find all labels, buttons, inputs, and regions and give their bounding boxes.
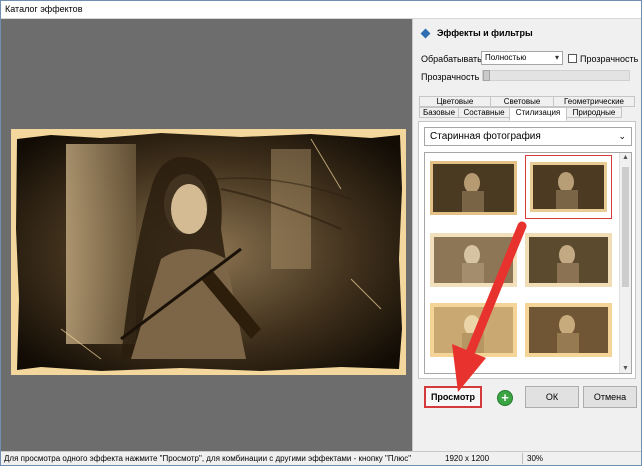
effect-thumbnail[interactable] [525,233,612,287]
effect-select-value: Старинная фотография [430,131,541,142]
effect-thumbnail[interactable] [430,303,517,357]
plus-circle-icon[interactable]: + [497,390,513,406]
tab-natural[interactable]: Природные [566,107,622,118]
effects-panel: Эффекты и фильтры Обрабатывать Полностью… [412,19,641,451]
effect-thumbnail[interactable] [525,303,612,357]
preview-area [1,19,412,451]
effect-thumbnail[interactable] [430,233,517,287]
chevron-down-icon: ▾ [554,53,559,62]
effect-thumbnail-selected[interactable] [525,155,612,219]
status-bar: Для просмотра одного эффекта нажмите "Пр… [1,451,641,465]
stylization-tab-content: Старинная фотография ⌄ ▲ ▼ [418,121,636,379]
tab-color[interactable]: Цветовые [419,96,491,107]
chevron-down-icon: ⌄ [618,131,626,141]
tab-basic[interactable]: Базовые [419,107,459,118]
gallery-scrollbar[interactable]: ▲ ▼ [619,153,631,373]
status-zoom: 30% [527,454,544,463]
scroll-up-icon[interactable]: ▲ [622,154,629,161]
preview-photo [11,129,406,375]
effect-thumbnail[interactable] [430,161,517,215]
title-bar: Каталог эффектов [1,1,641,19]
status-hint: Для просмотра одного эффекта нажмите "Пр… [4,454,412,463]
status-separator [522,453,523,464]
transparency-slider[interactable] [482,70,630,81]
tab-stylization[interactable]: Стилизация [509,107,567,121]
scrollbar-thumb[interactable] [622,167,629,287]
transparency-checkbox[interactable] [568,54,577,63]
effect-gallery: ▲ ▼ [424,152,632,374]
effect-select[interactable]: Старинная фотография ⌄ [424,127,632,146]
effects-catalog-window: Каталог эффектов Эффекты и фильтры Обраб… [0,0,642,466]
preview-button[interactable]: Просмотр [424,386,482,408]
cancel-button[interactable]: Отмена [583,386,637,408]
tab-light[interactable]: Световые [490,96,554,107]
tab-row-2: Базовые Составные Стилизация Природные [419,107,622,121]
tab-row-1: Цветовые Световые Геометрические [419,96,635,107]
scroll-down-icon[interactable]: ▼ [622,365,629,372]
transparency-checkbox-label: Прозрачность [580,54,639,64]
tab-composite[interactable]: Составные [458,107,510,118]
window-title: Каталог эффектов [5,4,83,14]
process-select-value: Полностью [485,53,527,62]
panel-title: Эффекты и фильтры [437,28,533,38]
transparency-slider-label: Прозрачность [421,72,480,82]
process-select[interactable]: Полностью ▾ [481,51,563,65]
slider-handle[interactable] [483,70,490,81]
process-label: Обрабатывать [421,54,482,64]
diamond-icon [420,28,431,39]
tab-geometric[interactable]: Геометрические [553,96,635,107]
ok-button[interactable]: ОК [525,386,579,408]
status-resolution: 1920 x 1200 [445,454,490,463]
